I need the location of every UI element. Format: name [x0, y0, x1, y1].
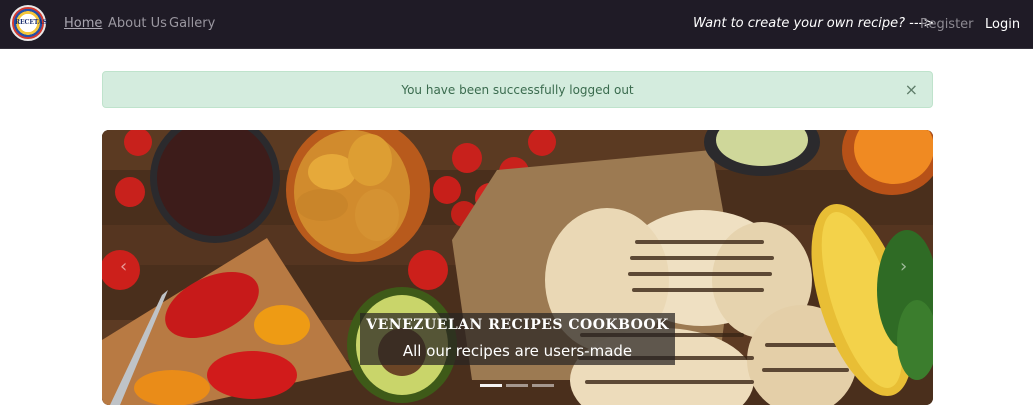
brand-logo[interactable]: RECETAS [10, 5, 48, 41]
carousel-caption: VENEZUELAN RECIPES COOKBOOK All our reci… [360, 313, 675, 365]
nav-link-about-us[interactable]: About Us [108, 16, 167, 31]
logo-text: RECETAS [15, 19, 48, 26]
carousel-prev-icon[interactable]: ‹ [120, 256, 127, 277]
nav-link-gallery[interactable]: Gallery [169, 16, 215, 31]
register-link[interactable]: Register [920, 17, 974, 32]
caption-title: VENEZUELAN RECIPES COOKBOOK [366, 317, 669, 333]
carousel-indicator[interactable] [506, 384, 528, 387]
navbar: RECETAS Home About Us Gallery Want to cr… [0, 0, 1033, 49]
caption-subtitle: All our recipes are users-made [402, 342, 633, 360]
carousel-indicator[interactable] [532, 384, 554, 387]
carousel-indicator[interactable] [480, 384, 502, 387]
alert-message: You have been successfully logged out [401, 83, 634, 97]
close-icon[interactable]: × [905, 80, 918, 99]
login-link[interactable]: Login [985, 17, 1020, 32]
nav-link-home[interactable]: Home [64, 16, 102, 31]
create-recipe-link[interactable]: Want to create your own recipe? ---> [693, 16, 934, 31]
hero-carousel: ‹ › VENEZUELAN RECIPES COOKBOOK All our … [102, 130, 933, 405]
carousel-indicators [480, 384, 554, 387]
logout-alert: You have been successfully logged out × [102, 71, 933, 108]
carousel-next-icon[interactable]: › [900, 256, 907, 277]
